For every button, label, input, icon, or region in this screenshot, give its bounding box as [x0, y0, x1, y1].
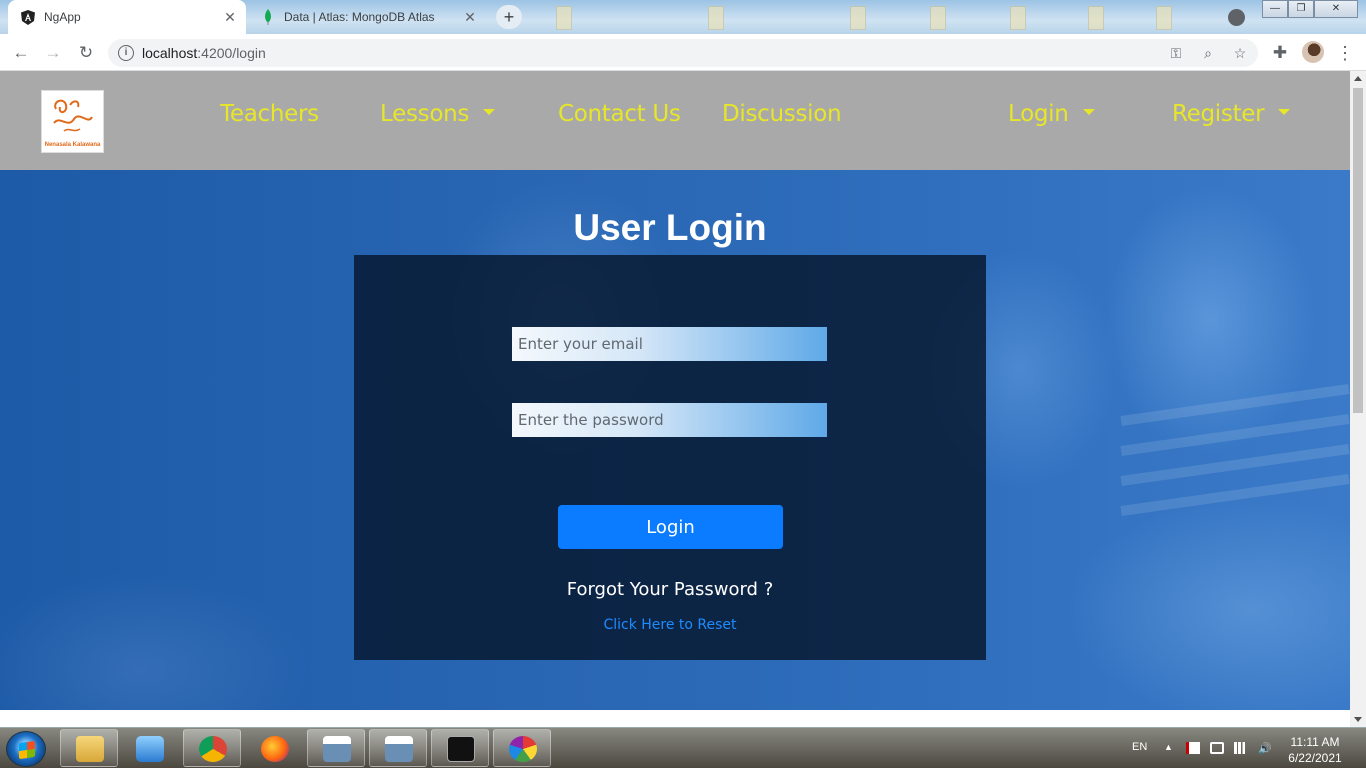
nav-label-login: Login [1008, 101, 1069, 127]
network-signal-icon[interactable] [1234, 742, 1248, 754]
chrome-icon [199, 736, 227, 762]
taskbar-app-picasa[interactable] [493, 729, 551, 767]
language-indicator[interactable]: EN [1132, 741, 1147, 753]
background-decoration [556, 6, 572, 30]
logo-calligraphy-icon [53, 99, 93, 132]
caret-down-icon [1082, 109, 1095, 115]
email-input[interactable] [512, 327, 827, 361]
close-tab-icon[interactable]: ✕ [222, 9, 238, 25]
nav-label-register: Register [1172, 101, 1265, 127]
minimize-button[interactable]: — [1262, 0, 1288, 18]
scroll-down-arrow-icon[interactable] [1354, 717, 1362, 722]
nav-dropdown-register[interactable]: Register [1172, 101, 1291, 127]
nav-dropdown-login[interactable]: Login [1008, 101, 1095, 127]
taskbar-app-window[interactable] [369, 729, 427, 767]
taskbar-app-chrome[interactable] [183, 729, 241, 767]
url-text: localhost:4200/login [142, 45, 266, 61]
logo-caption: Nenasala Kalawana [44, 142, 101, 148]
background-decoration [1156, 6, 1172, 30]
address-bar[interactable]: i localhost:4200/login ⚿ ⌕ ☆ [108, 39, 1258, 67]
window-icon [323, 736, 351, 762]
site-info-icon[interactable]: i [118, 45, 134, 61]
back-icon[interactable]: ← [10, 42, 32, 64]
scrollbar-thumb[interactable] [1353, 88, 1363, 413]
taskbar-app-window[interactable] [307, 729, 365, 767]
forward-icon[interactable]: → [42, 42, 64, 64]
action-center-flag-icon[interactable] [1186, 742, 1200, 754]
start-button[interactable] [6, 731, 46, 767]
window-icon [385, 736, 413, 762]
login-button[interactable]: Login [558, 505, 783, 549]
background-decoration [930, 6, 946, 30]
close-window-button[interactable]: ✕ [1314, 0, 1358, 18]
media-player-icon [136, 736, 164, 762]
browser-tab-strip: NgApp ✕ Data | Atlas: MongoDB Atlas ✕ + … [0, 0, 1366, 34]
nav-dropdown-lessons[interactable]: Lessons [380, 101, 496, 127]
picasa-icon [509, 736, 537, 762]
taskbar-app-firefox[interactable] [245, 729, 303, 767]
nav-link-discussion[interactable]: Discussion [722, 101, 842, 127]
background-decoration [708, 6, 724, 30]
caret-down-icon [483, 109, 496, 115]
site-logo[interactable]: Nenasala Kalawana [41, 90, 104, 153]
device-icon[interactable] [1210, 742, 1224, 754]
password-input[interactable] [512, 403, 827, 437]
password-key-icon[interactable]: ⚿ [1166, 43, 1186, 63]
show-hidden-icons-icon[interactable]: ▲ [1164, 742, 1178, 754]
explorer-icon [76, 736, 104, 762]
scroll-up-arrow-icon[interactable] [1354, 76, 1362, 81]
reset-password-link[interactable]: Click Here to Reset [354, 617, 986, 633]
bookmark-star-icon[interactable]: ☆ [1230, 43, 1250, 63]
login-card: Login Forgot Your Password ? Click Here … [354, 255, 986, 660]
caret-down-icon [1278, 109, 1291, 115]
mongodb-leaf-icon [260, 9, 276, 25]
nav-label-lessons: Lessons [380, 101, 470, 127]
background-decoration [850, 6, 866, 30]
tab-title: Data | Atlas: MongoDB Atlas [284, 10, 435, 24]
profile-avatar[interactable] [1302, 41, 1324, 63]
forgot-password-text: Forgot Your Password ? [566, 579, 774, 600]
more-menu-icon[interactable]: ⋮ [1334, 42, 1356, 64]
taskbar-app-cmd[interactable] [431, 729, 489, 767]
zoom-icon[interactable]: ⌕ [1198, 43, 1218, 63]
site-navbar: Nenasala Kalawana Teachers Lessons Conta… [0, 71, 1350, 170]
taskbar-app-explorer[interactable] [60, 729, 118, 767]
background-decoration [1088, 6, 1104, 30]
clock-date: 6/22/2021 [1288, 751, 1342, 765]
page-bottom-strip [0, 710, 1350, 727]
page-title: User Login [573, 207, 767, 248]
system-clock[interactable]: 11:11 AM 6/22/2021 [1280, 734, 1350, 766]
tab-ngapp[interactable]: NgApp ✕ [8, 0, 246, 34]
angular-icon [20, 9, 36, 25]
tab-mongodb-atlas[interactable]: Data | Atlas: MongoDB Atlas ✕ [248, 0, 486, 34]
background-decoration [1010, 6, 1026, 30]
extensions-puzzle-icon[interactable]: ✚ [1269, 42, 1291, 64]
taskbar-app-media-player[interactable] [120, 729, 178, 767]
browser-toolbar: ← → ↻ i localhost:4200/login ⚿ ⌕ ☆ ✚ ⋮ [0, 34, 1366, 71]
new-tab-button[interactable]: + [496, 5, 522, 29]
tab-title: NgApp [44, 10, 81, 24]
restore-button[interactable]: ❐ [1288, 0, 1314, 18]
vertical-scrollbar[interactable] [1350, 71, 1366, 727]
windows-taskbar: EN ▲ 🔊 11:11 AM 6/22/2021 [0, 727, 1366, 768]
nav-link-contact-us[interactable]: Contact Us [558, 101, 681, 127]
page-viewport: Nenasala Kalawana Teachers Lessons Conta… [0, 71, 1350, 710]
windows-flag-icon [19, 740, 35, 760]
firefox-icon [261, 736, 289, 762]
close-tab-icon[interactable]: ✕ [462, 9, 478, 25]
cmd-icon [447, 736, 475, 762]
volume-icon[interactable]: 🔊 [1258, 742, 1272, 755]
reload-icon[interactable]: ↻ [75, 42, 97, 64]
nav-link-teachers[interactable]: Teachers [220, 101, 319, 127]
tab-search-icon[interactable] [1228, 9, 1245, 26]
clock-time: 11:11 AM [1290, 735, 1340, 749]
